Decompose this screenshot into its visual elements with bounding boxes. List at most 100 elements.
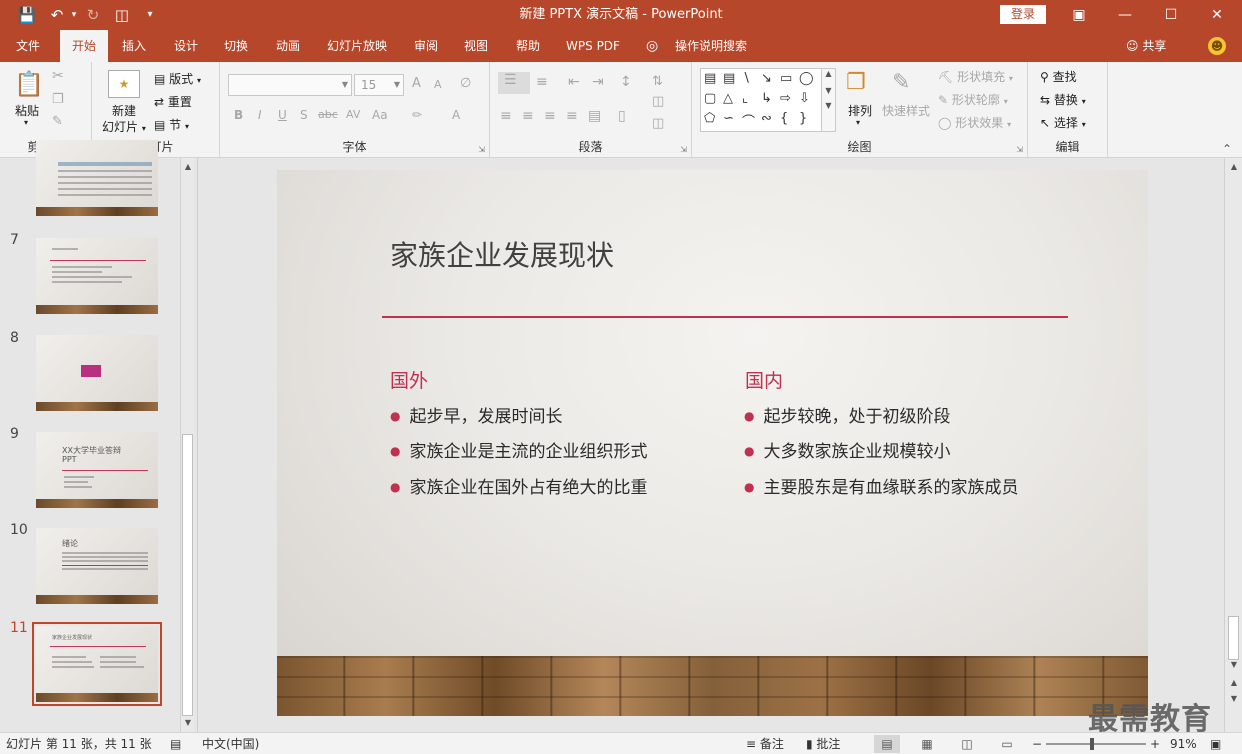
oval-icon[interactable]: ◯ [799, 71, 814, 86]
italic-button[interactable]: I [258, 108, 262, 122]
gallery-scroll[interactable]: ▲ ▼ ▼ [821, 69, 835, 131]
shape-effects-button[interactable]: ◯ 形状效果 ▾ [938, 114, 1011, 131]
left-bullet-3[interactable]: ● 家族企业在国外占有绝大的比重 [390, 473, 647, 498]
notes-button[interactable]: ≡ 备注 [746, 733, 784, 754]
rounded-rect-icon[interactable]: ▢ [704, 91, 716, 106]
left-bullet-1[interactable]: ● 起步早，发展时间长 [390, 402, 562, 427]
scroll-down-icon[interactable]: ▼ [1227, 658, 1241, 672]
previous-slide-icon[interactable]: ▲ [1227, 676, 1241, 690]
fit-to-window-icon[interactable]: ▣ [1210, 733, 1221, 754]
change-case-button[interactable]: Aa [372, 108, 388, 122]
scroll-up-icon[interactable]: ▲ [181, 160, 195, 174]
zoom-in-icon[interactable]: + [1150, 733, 1160, 754]
format-painter-icon[interactable]: ✎ [52, 114, 63, 129]
distributed-icon[interactable]: ▤ [588, 108, 601, 124]
character-spacing-icon[interactable]: AV [346, 108, 360, 121]
numbering-icon[interactable]: ≡ [536, 74, 548, 90]
thumbnail-slide-10[interactable]: 绪论 [36, 528, 158, 604]
gallery-up-icon[interactable]: ▲ [822, 69, 835, 78]
select-button[interactable]: ↖ 选择 ▾ [1040, 114, 1086, 131]
highlight-icon[interactable]: ✏ [412, 108, 422, 122]
normal-view-icon[interactable]: ▤ [874, 735, 900, 753]
arc-icon[interactable]: ⌒ [742, 111, 755, 130]
tab-help[interactable]: 帮助 [508, 30, 548, 62]
bullets-icon[interactable]: ☰ [498, 72, 530, 94]
arrange-button[interactable]: 排列 [848, 102, 872, 119]
tab-transitions[interactable]: 切换 [216, 30, 256, 62]
align-center-icon[interactable]: ≡ [522, 108, 534, 124]
replace-button[interactable]: ⇆ 替换 ▾ [1040, 91, 1086, 108]
shrink-font-button[interactable]: A [434, 78, 442, 91]
down-arrow-icon[interactable]: ⇩ [799, 91, 810, 106]
right-arrow-icon[interactable]: ⇨ [780, 91, 791, 106]
smartart-icon[interactable]: ◫ [652, 116, 664, 131]
reset-button[interactable]: ⇄ 重置 [154, 93, 192, 110]
paragraph-launcher-icon[interactable]: ⇲ [680, 145, 687, 154]
quick-styles-icon[interactable]: ✎ [892, 70, 910, 95]
left-brace-icon[interactable]: { [780, 111, 788, 126]
triangle-icon[interactable]: △ [723, 91, 733, 106]
thumbnail-scroll-thumb[interactable] [182, 434, 193, 716]
thumbnail-slide-11[interactable]: 家族企业发展现状 [32, 622, 162, 706]
slide-sorter-view-icon[interactable]: ▦ [914, 735, 940, 753]
collapse-ribbon-icon[interactable]: ⌃ [1222, 142, 1232, 156]
right-column-heading[interactable]: 国内 [745, 366, 783, 393]
scroll-down-icon[interactable]: ▼ [181, 716, 195, 730]
gallery-down-icon[interactable]: ▼ [822, 86, 835, 95]
shapes-gallery[interactable]: ▤ ▤ ∖ ↘ ▭ ◯ ▢ △ ⌞ ↳ ⇨ ⇩ ⬠ ∽ ⌒ ∾ { } ▲ ▼ … [700, 68, 836, 132]
columns-icon[interactable]: ▯ [618, 108, 626, 124]
tab-animations[interactable]: 动画 [268, 30, 308, 62]
quick-styles-button[interactable]: 快速样式 [882, 102, 930, 119]
tab-file[interactable]: 文件 [8, 30, 48, 62]
next-slide-icon[interactable]: ▼ [1227, 692, 1241, 706]
arrange-icon[interactable]: ❐ [846, 70, 866, 95]
feedback-smiley-icon[interactable]: ☻ [1208, 37, 1226, 55]
thumbnail-slide-6[interactable] [36, 140, 158, 216]
thumbnail-slide-8[interactable] [36, 335, 158, 411]
close-icon[interactable]: ✕ [1194, 0, 1240, 30]
textbox-icon[interactable]: ▤ [704, 71, 716, 86]
bold-button[interactable]: B [234, 108, 243, 122]
tab-view[interactable]: 视图 [456, 30, 496, 62]
tab-wps-pdf[interactable]: WPS PDF [560, 30, 626, 62]
maximize-icon[interactable]: ☐ [1148, 0, 1194, 30]
tab-home[interactable]: 开始 [60, 30, 108, 62]
copy-icon[interactable]: ❐ [52, 92, 64, 107]
thumbnail-scrollbar[interactable]: ▲ ▼ [180, 158, 194, 732]
elbow-arrow-icon[interactable]: ↳ [761, 91, 772, 106]
thumbnail-slide-7[interactable] [36, 238, 158, 314]
font-launcher-icon[interactable]: ⇲ [478, 145, 485, 154]
right-bullet-2[interactable]: ● 大多数家族企业规模较小 [744, 437, 950, 462]
paste-dropdown-icon[interactable]: ▾ [24, 118, 28, 127]
share-button[interactable]: ☺ 共享 [1126, 30, 1166, 62]
new-slide-label-1[interactable]: 新建 [112, 102, 136, 119]
decrease-indent-icon[interactable]: ⇤ [568, 74, 580, 90]
slideshow-view-icon[interactable]: ▭ [994, 735, 1020, 753]
login-button[interactable]: 登录 [1000, 5, 1046, 24]
slide-scrollbar[interactable]: ▲ ▼ ▲ ▼ [1224, 158, 1242, 732]
pentagon-icon[interactable]: ⬠ [704, 111, 715, 126]
curve-icon[interactable]: ∾ [761, 111, 772, 126]
shape-fill-button[interactable]: ⛏ 形状填充 ▾ [938, 68, 1013, 85]
arrow-line-icon[interactable]: ↘ [761, 71, 772, 86]
current-slide[interactable]: 家族企业发展现状 国外 ● 起步早，发展时间长 ● 家族企业是主流的企业组织形式 ●… [277, 170, 1148, 716]
new-slide-icon[interactable]: ★ [108, 70, 140, 98]
grow-font-button[interactable]: A [412, 76, 421, 91]
section-button[interactable]: ▤ 节 ▾ [154, 116, 189, 133]
zoom-out-icon[interactable]: − [1032, 733, 1042, 754]
slide-title[interactable]: 家族企业发展现状 [390, 234, 614, 274]
vertical-textbox-icon[interactable]: ▤ [723, 71, 735, 86]
tab-review[interactable]: 审阅 [406, 30, 446, 62]
clear-format-icon[interactable]: ∅ [460, 76, 471, 91]
scroll-up-icon[interactable]: ▲ [1227, 160, 1241, 174]
paste-icon[interactable]: 📋 [14, 70, 44, 100]
left-bullet-2[interactable]: ● 家族企业是主流的企业组织形式 [390, 437, 647, 462]
minimize-icon[interactable]: — [1102, 0, 1148, 30]
align-right-icon[interactable]: ≡ [544, 108, 556, 124]
strikethrough-button[interactable]: abc [318, 108, 338, 121]
tell-me-search[interactable]: 操作说明搜索 [668, 30, 754, 62]
cut-icon[interactable]: ✂ [52, 68, 64, 84]
ribbon-display-icon[interactable]: ▣ [1056, 0, 1102, 30]
shape-outline-button[interactable]: ✎ 形状轮廓 ▾ [938, 91, 1008, 108]
line-icon[interactable]: ∖ [742, 71, 750, 86]
